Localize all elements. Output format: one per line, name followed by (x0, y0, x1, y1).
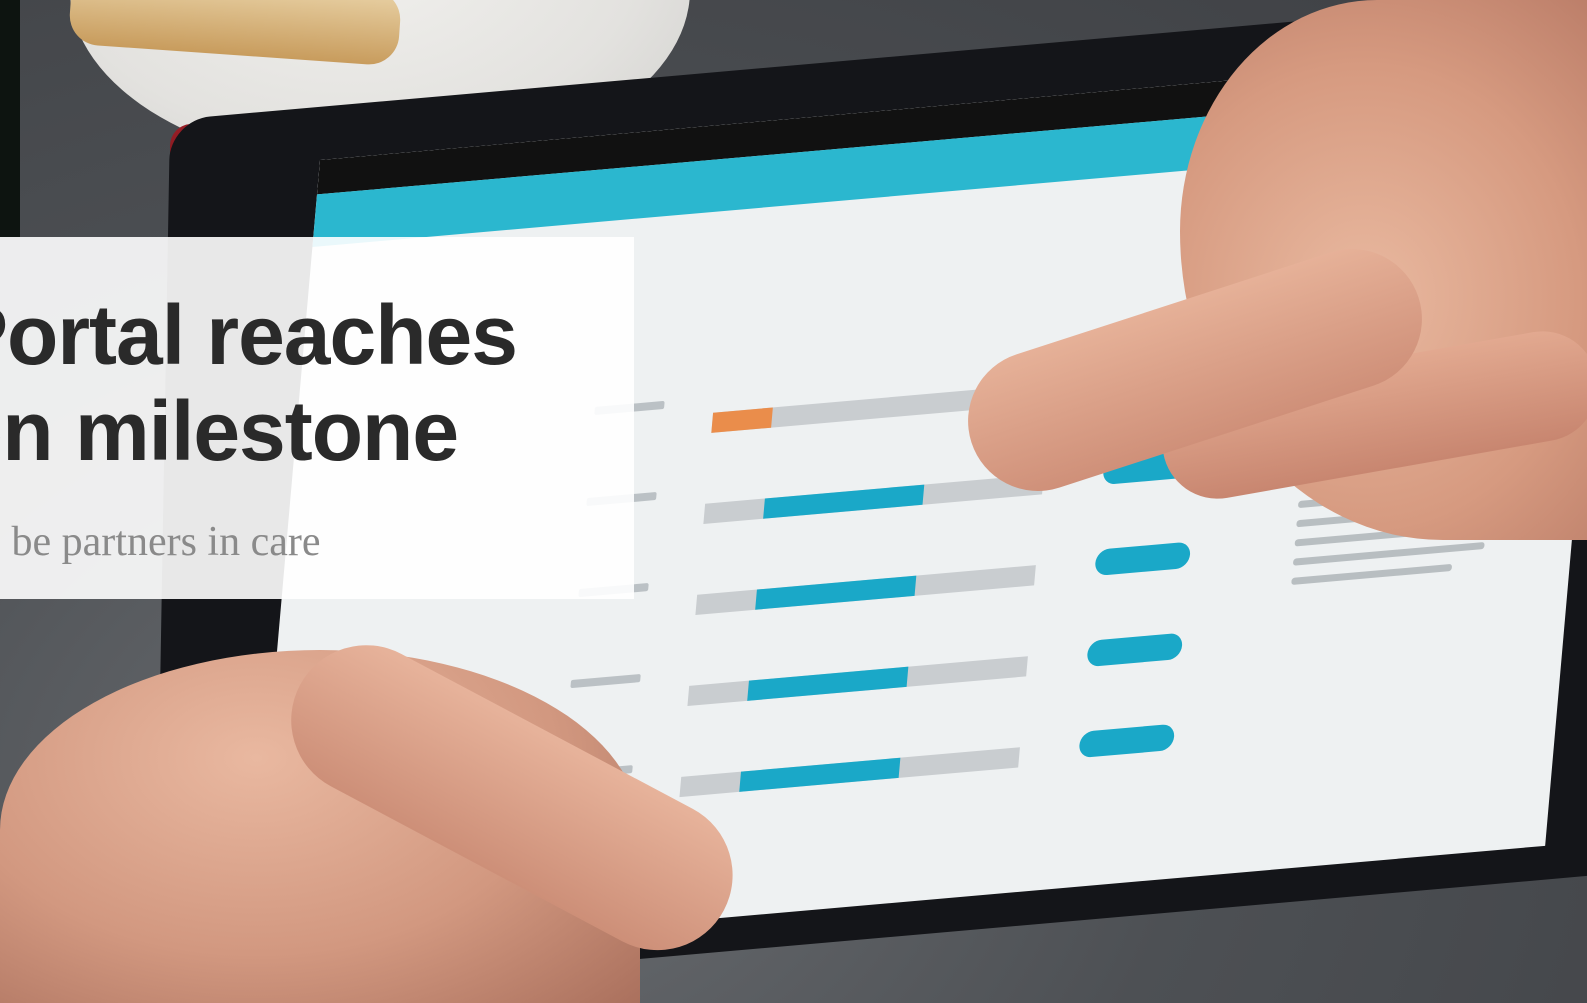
background-edge (0, 0, 20, 240)
headline-title-line-2: on milestone (0, 384, 459, 478)
headline-card: Portal reaches on milestone o be partner… (0, 237, 634, 599)
range-fill (739, 757, 901, 792)
result-button (1086, 632, 1184, 668)
range-fill (755, 575, 917, 610)
result-button (1078, 723, 1176, 759)
range-fill (763, 484, 925, 519)
range-fill (747, 666, 909, 701)
detail-line (1291, 563, 1453, 585)
headline-subtitle: o be partners in care (0, 519, 321, 565)
detail-line (1292, 541, 1486, 566)
range-marker-low (711, 407, 773, 433)
lab-result-label (570, 673, 641, 689)
result-button (1094, 541, 1192, 577)
headline-title-line-1: Portal reaches (0, 288, 518, 382)
